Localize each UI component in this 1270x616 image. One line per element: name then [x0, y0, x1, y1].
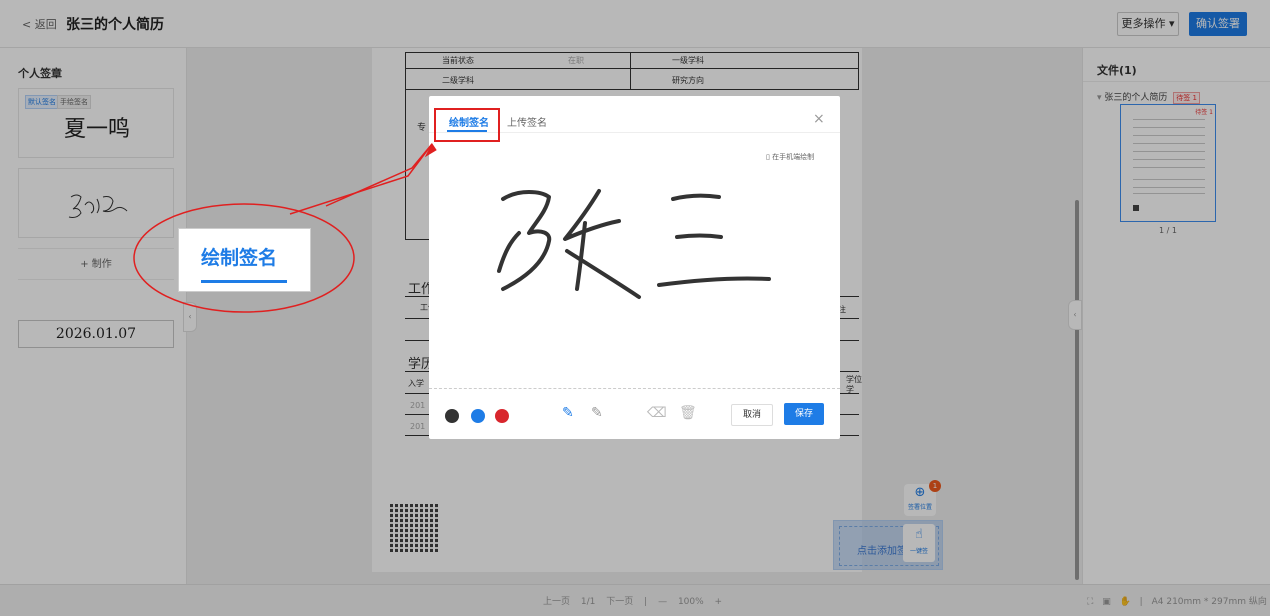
draw-on-phone-link[interactable]: ▯ 在手机端绘制	[766, 152, 814, 162]
signature-modal: 绘制签名 上传签名 × ▯ 在手机端绘制 ✎ ✎ ⌫ 🗑 取消 保存	[429, 96, 840, 439]
callout-underline	[201, 280, 287, 283]
cancel-button[interactable]: 取消	[731, 404, 773, 426]
pen-thick-icon[interactable]: ✎	[562, 405, 574, 421]
signature-canvas[interactable]	[489, 181, 779, 306]
tab-upload-signature[interactable]: 上传签名	[507, 114, 547, 129]
stroke	[497, 231, 521, 273]
stroke	[501, 190, 552, 291]
eraser-icon[interactable]: ⌫	[647, 405, 667, 421]
save-button[interactable]: 保存	[784, 403, 824, 425]
color-black-swatch[interactable]	[445, 409, 459, 423]
tab-highlight-box	[434, 108, 500, 142]
stroke	[563, 189, 621, 241]
color-blue-swatch[interactable]	[471, 409, 485, 423]
pen-thin-icon[interactable]: ✎	[591, 405, 603, 421]
toolbar-divider	[429, 388, 840, 389]
stroke	[671, 193, 721, 201]
color-red-swatch[interactable]	[495, 409, 509, 423]
callout-zoom-box: 绘制签名	[178, 228, 311, 292]
close-icon[interactable]: ×	[813, 111, 825, 127]
stroke	[675, 233, 723, 239]
callout-label: 绘制签名	[201, 247, 278, 269]
trash-icon[interactable]: 🗑	[679, 405, 697, 421]
stroke	[657, 276, 771, 287]
